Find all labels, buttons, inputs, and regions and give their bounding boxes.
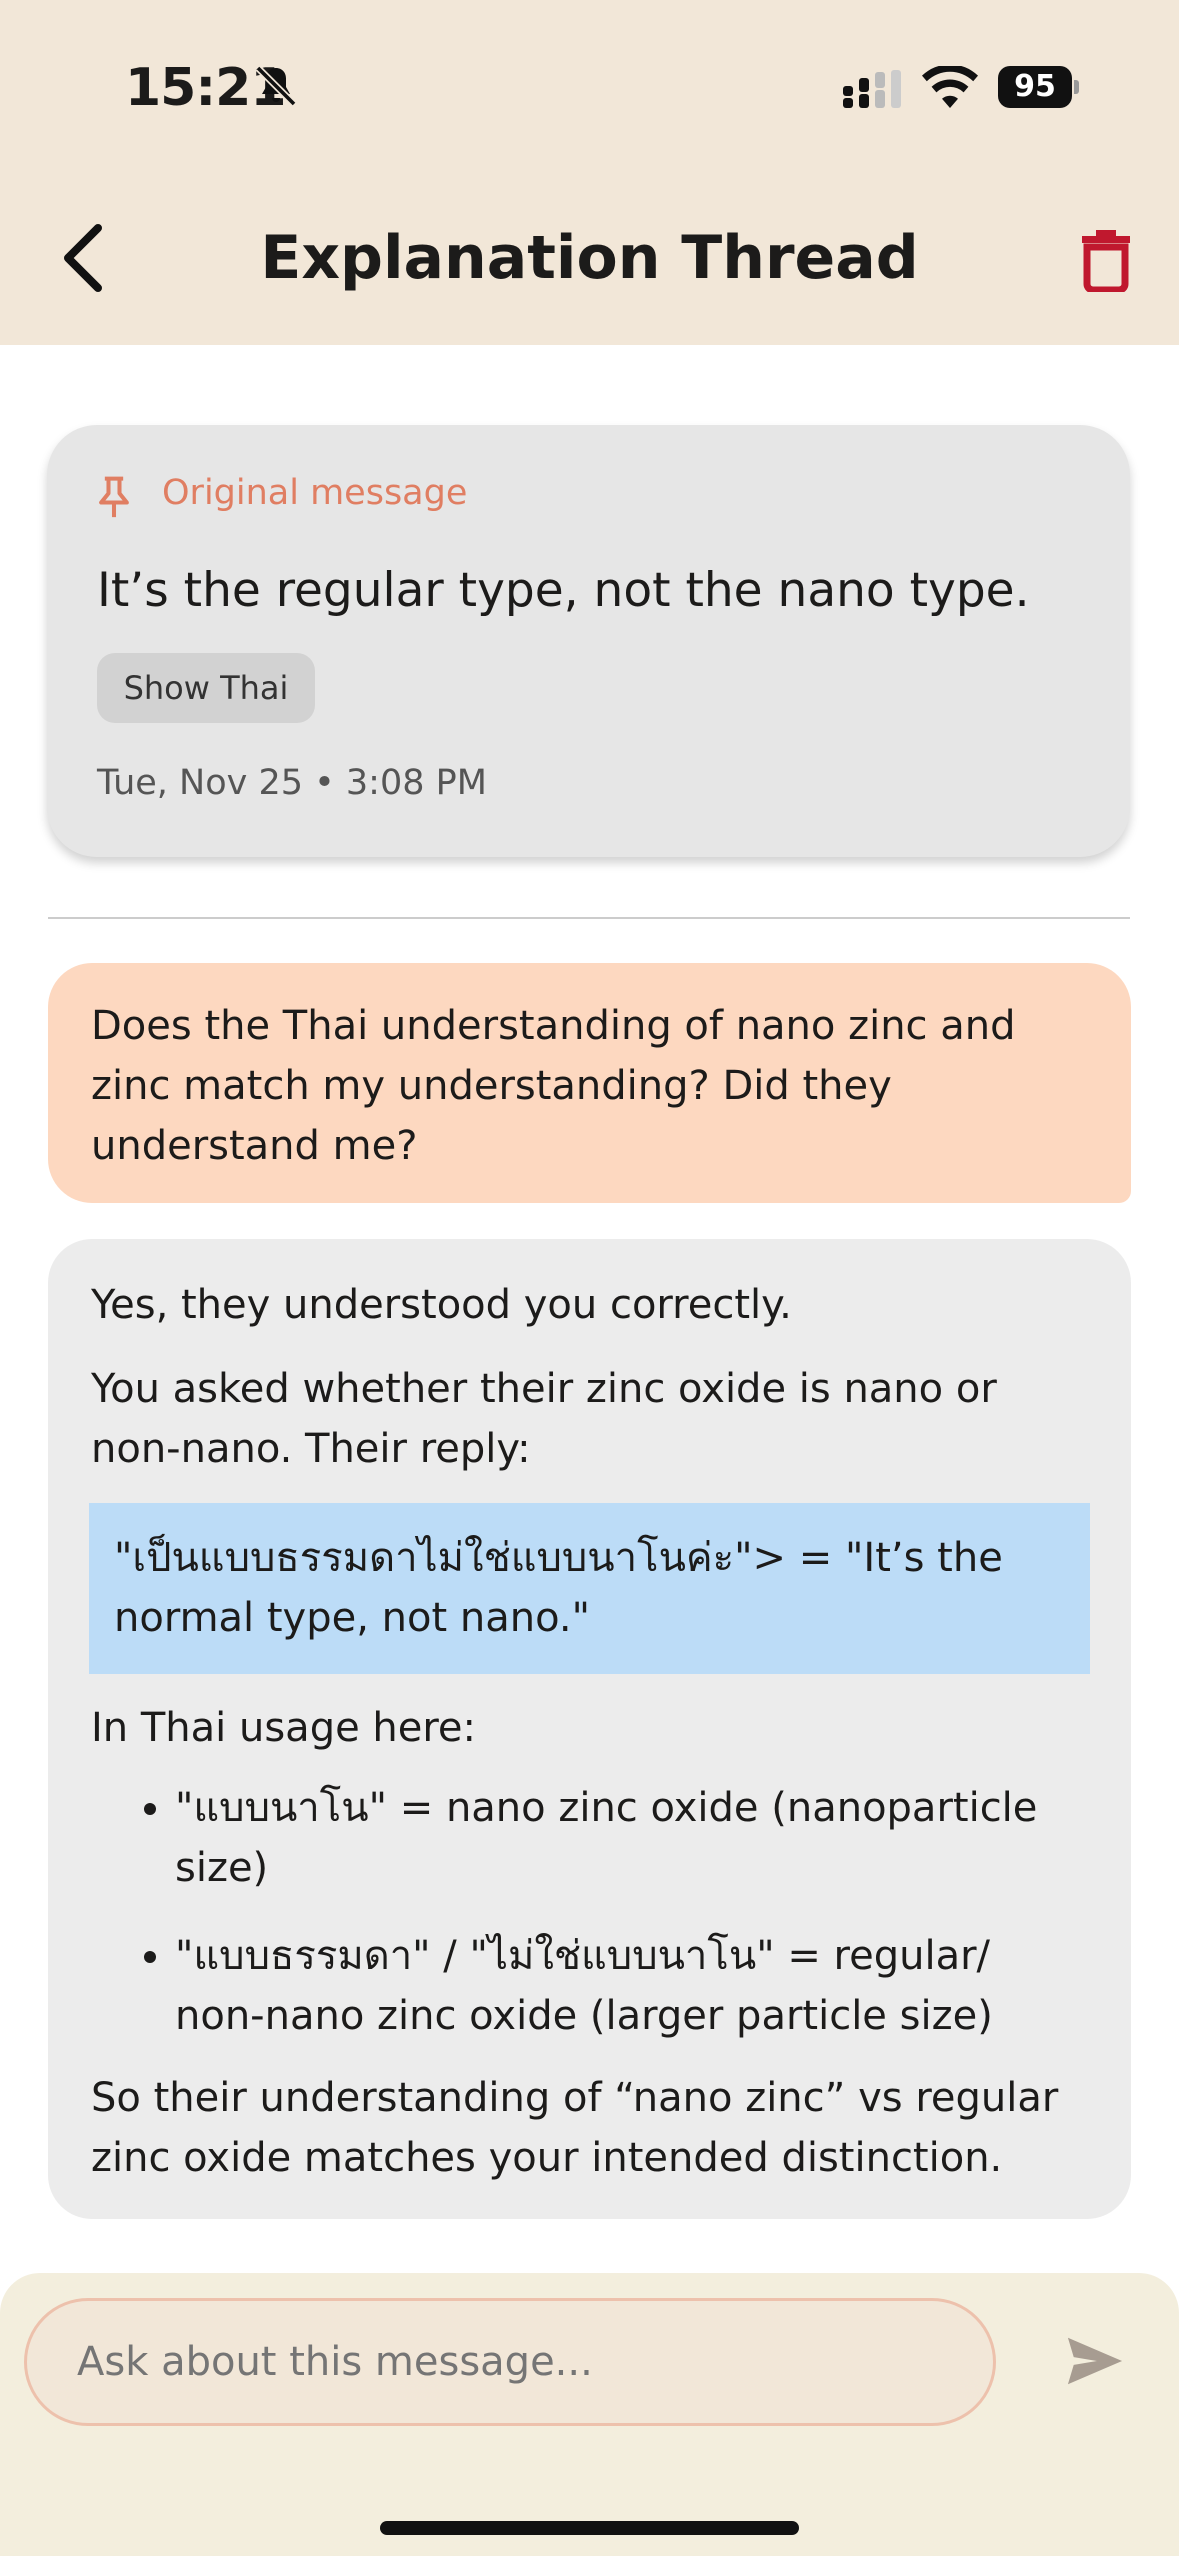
- app-header: 15:21 95 Explanation Thread: [0, 0, 1179, 345]
- page-title: Explanation Thread: [260, 223, 919, 293]
- user-message-text: Does the Thai understanding of nano zinc…: [91, 1003, 1016, 1169]
- list-item: "แบบธรรมดา" / "ไม่ใช่แบบนาโน" = regular/…: [175, 1926, 1088, 2046]
- pin-icon: [99, 476, 129, 518]
- list-item: "แบบนาโน" = nano zinc oxide (nanoparticl…: [175, 1778, 1088, 1898]
- composer-bar: [0, 2273, 1179, 2556]
- assistant-paragraph: You asked whether their zinc oxide is na…: [91, 1366, 997, 1472]
- delete-button[interactable]: [1080, 228, 1132, 292]
- cellular-signal-icon: [843, 70, 901, 108]
- quote-block: "เป็นแบบธรรมดาไม่ใช่แบบนาโนค่ะ"> = "It’s…: [89, 1503, 1090, 1674]
- original-message-label: Original message: [162, 473, 468, 513]
- bell-muted-icon: [255, 65, 297, 107]
- send-button[interactable]: [1066, 2335, 1124, 2387]
- original-message-text: It’s the regular type, not the nano type…: [97, 563, 1030, 618]
- original-message-card: Original message It’s the regular type, …: [47, 425, 1130, 857]
- original-message-timestamp: Tue, Nov 25 • 3:08 PM: [97, 763, 487, 803]
- assistant-paragraph: So their understanding of “nano zinc” vs…: [91, 2075, 1059, 2181]
- battery-nub: [1074, 80, 1079, 94]
- assistant-paragraph: Yes, they understood you correctly.: [91, 1282, 792, 1328]
- message-input[interactable]: [24, 2298, 996, 2426]
- user-message-bubble: Does the Thai understanding of nano zinc…: [48, 963, 1131, 1203]
- divider: [48, 917, 1130, 919]
- home-indicator: [380, 2521, 799, 2535]
- show-thai-button[interactable]: Show Thai: [97, 653, 315, 723]
- wifi-icon: [922, 66, 978, 108]
- assistant-paragraph: In Thai usage here:: [91, 1705, 477, 1751]
- assistant-message-bubble: Yes, they understood you correctly. You …: [48, 1239, 1131, 2219]
- bullet-list: "แบบนาโน" = nano zinc oxide (nanoparticl…: [91, 1778, 1088, 2046]
- battery-indicator: 95: [998, 66, 1072, 108]
